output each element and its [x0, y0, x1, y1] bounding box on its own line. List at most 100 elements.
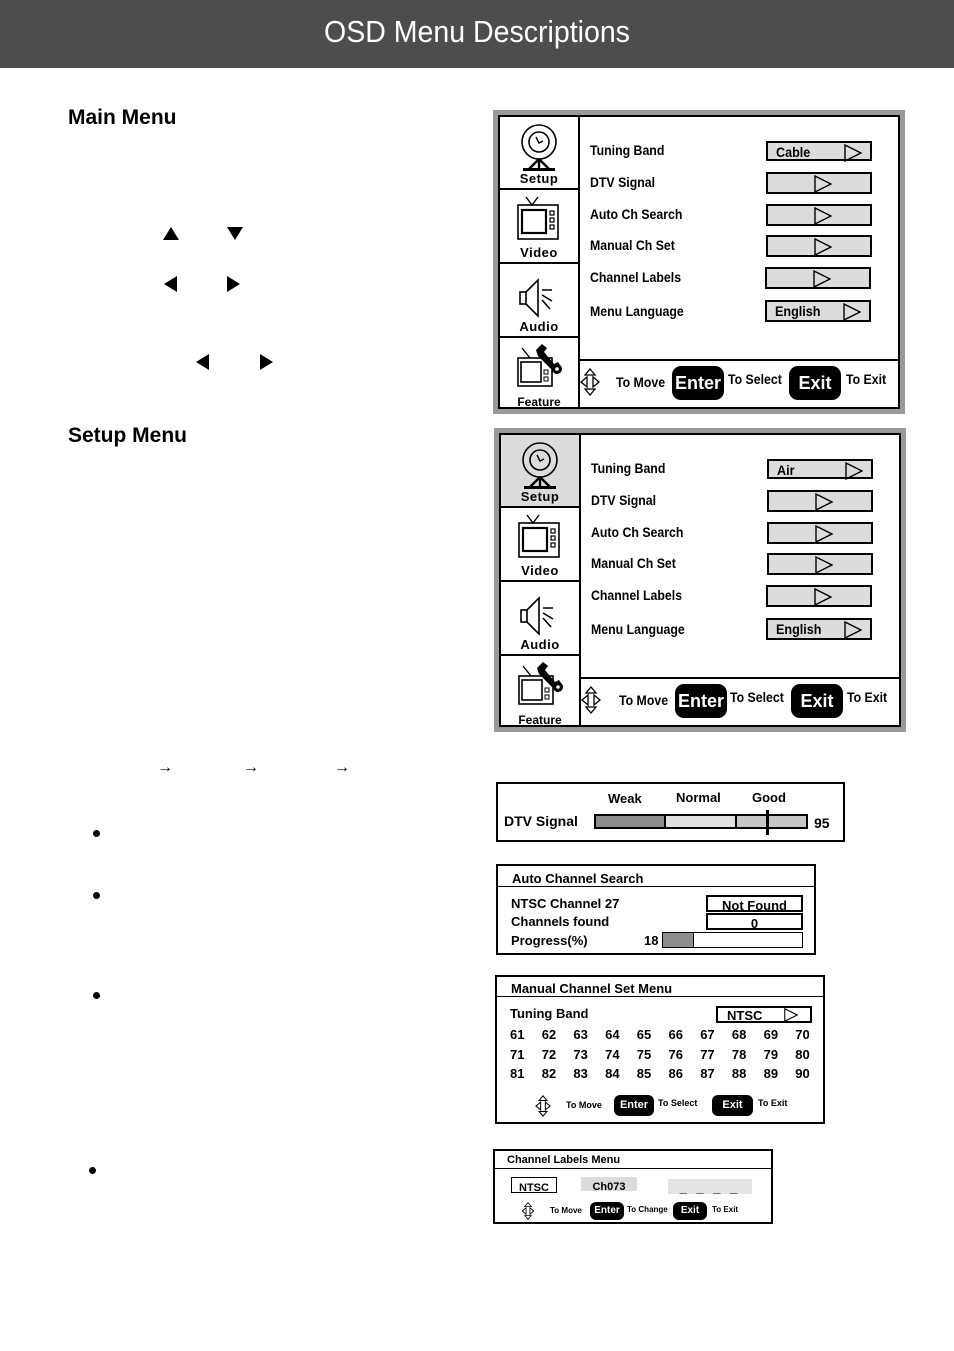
- osd-footer: To Move Enter To Select Exit To Exit: [578, 359, 898, 407]
- exit-key[interactable]: Exit: [789, 366, 841, 400]
- tab-setup[interactable]: Setup: [501, 435, 579, 508]
- main-menu-heading: Main Menu: [68, 106, 177, 129]
- exit-key[interactable]: Exit: [712, 1095, 753, 1116]
- channel-cell[interactable]: 72: [542, 1047, 556, 1062]
- exit-key[interactable]: Exit: [673, 1202, 707, 1220]
- channel-cell[interactable]: 88: [732, 1066, 746, 1081]
- channel-field[interactable]: Ch073: [581, 1177, 637, 1193]
- channel-cell[interactable]: 63: [573, 1027, 587, 1042]
- tab-audio[interactable]: Audio: [500, 264, 578, 338]
- channel-cell[interactable]: 66: [669, 1027, 683, 1042]
- channel-cell[interactable]: 68: [732, 1027, 746, 1042]
- enter-key[interactable]: Enter: [614, 1095, 654, 1116]
- channel-cell[interactable]: 78: [732, 1047, 746, 1062]
- tab-setup[interactable]: Setup: [500, 117, 578, 190]
- manual-ch-set-button[interactable]: [766, 235, 872, 257]
- tab-audio[interactable]: Audio: [501, 582, 579, 656]
- play-arrow-icon: [844, 621, 862, 639]
- channel-cell[interactable]: 69: [764, 1027, 778, 1042]
- channel-cell[interactable]: 74: [605, 1047, 619, 1062]
- row-label-menu-language: Menu Language: [590, 303, 684, 319]
- menu-language-select[interactable]: English: [766, 618, 872, 640]
- tv-wrench-icon: [518, 661, 564, 705]
- satellite-dish-icon: [521, 441, 559, 490]
- channel-cell[interactable]: 67: [700, 1027, 714, 1042]
- enter-key[interactable]: Enter: [672, 366, 724, 400]
- channel-cell[interactable]: 86: [669, 1066, 683, 1081]
- channel-cell[interactable]: 90: [795, 1066, 809, 1081]
- channel-labels-button[interactable]: [765, 267, 871, 289]
- auto-search-title: Auto Channel Search: [512, 871, 644, 886]
- tab-video[interactable]: Video: [501, 508, 579, 582]
- channel-cell[interactable]: 81: [510, 1066, 524, 1081]
- row-label-dtv-signal: DTV Signal: [590, 174, 656, 190]
- tuning-band-label: Tuning Band: [510, 1006, 589, 1021]
- row-label-manual-ch-set: Manual Ch Set: [591, 555, 676, 571]
- auto-ch-search-button[interactable]: [767, 522, 873, 544]
- channel-cell[interactable]: 61: [510, 1027, 524, 1042]
- play-arrow-icon: [814, 207, 832, 225]
- up-arrow-icon: [163, 227, 179, 240]
- setup-menu-heading: Setup Menu: [68, 424, 187, 447]
- channel-cell[interactable]: 82: [542, 1066, 556, 1081]
- tv-icon: [517, 513, 561, 559]
- exit-key[interactable]: Exit: [791, 684, 843, 718]
- tuning-band-select[interactable]: Cable: [766, 141, 872, 162]
- divider: [498, 886, 814, 887]
- band-field[interactable]: NTSC: [511, 1177, 557, 1194]
- row-label-manual-ch-set: Manual Ch Set: [590, 237, 675, 253]
- tab-feature[interactable]: Feature: [500, 338, 578, 411]
- channel-cell[interactable]: 77: [700, 1047, 714, 1062]
- label-slots-field[interactable]: _ _ _ _: [668, 1179, 752, 1194]
- manual-ch-set-button[interactable]: [767, 553, 873, 575]
- channel-cell[interactable]: 71: [510, 1047, 524, 1062]
- divider: [495, 1168, 771, 1169]
- divider: [497, 996, 823, 997]
- auto-channel-search-box: Auto Channel Search NTSC Channel 27 Not …: [496, 864, 816, 955]
- row-label-channel-labels: Channel Labels: [591, 587, 683, 603]
- progress-fill: [663, 933, 694, 947]
- channel-cell[interactable]: 89: [764, 1066, 778, 1081]
- signal-value: 95: [814, 815, 830, 831]
- enter-key[interactable]: Enter: [590, 1202, 624, 1220]
- tab-feature[interactable]: Feature: [501, 656, 579, 729]
- tab-video[interactable]: Video: [500, 190, 578, 264]
- right-arrow-icon: [227, 276, 240, 292]
- channel-cell[interactable]: 62: [542, 1027, 556, 1042]
- play-arrow-icon: [814, 588, 832, 606]
- enter-key[interactable]: Enter: [675, 684, 727, 718]
- manual-channel-set-box: Manual Channel Set Menu Tuning Band NTSC…: [495, 975, 825, 1124]
- tuning-band-select[interactable]: NTSC: [716, 1006, 812, 1023]
- channel-cell[interactable]: 85: [637, 1066, 651, 1081]
- manual-set-title: Manual Channel Set Menu: [511, 981, 673, 996]
- channel-cell[interactable]: 70: [795, 1027, 809, 1042]
- ntsc-channel-label: NTSC Channel 27: [511, 896, 620, 911]
- left-arrow-icon: [196, 354, 209, 370]
- row-label-menu-language: Menu Language: [591, 621, 685, 637]
- channel-cell[interactable]: 87: [700, 1066, 714, 1081]
- channel-status: Not Found: [706, 895, 803, 912]
- tuning-band-select[interactable]: Air: [767, 459, 873, 480]
- channel-cell[interactable]: 75: [637, 1047, 651, 1062]
- progress-value: 18: [644, 933, 659, 948]
- flow-arrow-icon: →: [334, 759, 350, 776]
- channel-cell[interactable]: 65: [637, 1027, 651, 1042]
- auto-ch-search-button[interactable]: [766, 204, 872, 226]
- channel-cell[interactable]: 80: [795, 1047, 809, 1062]
- channel-cell[interactable]: 64: [605, 1027, 619, 1042]
- osd-setup-menu: Setup Video Audio Feature Tuning Band DT…: [494, 428, 906, 732]
- signal-marker: [766, 810, 769, 835]
- channel-cell[interactable]: 73: [573, 1047, 587, 1062]
- channel-cell[interactable]: 83: [573, 1066, 587, 1081]
- channel-cell[interactable]: 76: [669, 1047, 683, 1062]
- channel-labels-button[interactable]: [766, 585, 872, 607]
- channel-cell[interactable]: 79: [764, 1047, 778, 1062]
- dtv-signal-button[interactable]: [767, 490, 873, 512]
- play-arrow-icon: [845, 462, 863, 480]
- dtv-signal-button[interactable]: [766, 172, 872, 194]
- dpad-icon: [521, 1202, 535, 1220]
- channel-cell[interactable]: 84: [605, 1066, 619, 1081]
- play-arrow-icon: [815, 525, 833, 543]
- dtv-signal-label: DTV Signal: [504, 813, 578, 829]
- menu-language-select[interactable]: English: [765, 300, 871, 322]
